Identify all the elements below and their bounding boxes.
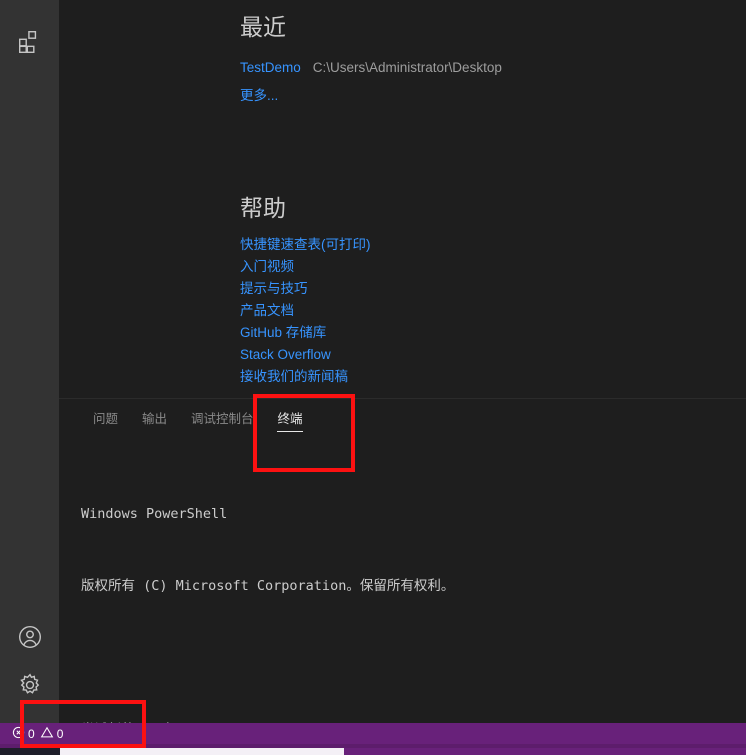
- help-link-tips-and-tricks[interactable]: 提示与技巧: [240, 281, 308, 296]
- error-status[interactable]: 0: [12, 726, 35, 742]
- list-item: 提示与技巧: [240, 278, 746, 300]
- recent-section-title: 最近: [240, 14, 286, 40]
- sidebar-item-settings[interactable]: [0, 663, 59, 711]
- recent-more-row: 更多...: [240, 82, 746, 110]
- help-section: 帮助 快捷键速查表(可打印) 入门视频 提示与技巧 产品文档 GitHub 存储…: [240, 195, 746, 389]
- status-bar: 0 0: [0, 723, 746, 744]
- tab-terminal[interactable]: 终端: [266, 399, 315, 436]
- error-circle-x-icon: [12, 726, 25, 742]
- bottom-scroll-highlight[interactable]: [60, 748, 344, 755]
- warning-triangle-icon: [40, 726, 54, 742]
- extensions-icon: [17, 29, 43, 60]
- list-item: 接收我们的新闻稿: [240, 366, 746, 388]
- recent-list: TestDemo C:\Users\Administrator\Desktop …: [240, 54, 746, 110]
- sidebar-item-account[interactable]: [0, 615, 59, 663]
- terminal-line: 版权所有 (C) Microsoft Corporation。保留所有权利。: [81, 578, 455, 594]
- list-item: TestDemo C:\Users\Administrator\Desktop: [240, 54, 746, 82]
- panel-tab-bar: 问题 输出 调试控制台 终端: [59, 399, 746, 436]
- help-links-list: 快捷键速查表(可打印) 入门视频 提示与技巧 产品文档 GitHub 存储库 S…: [240, 234, 746, 388]
- activity-bar: [0, 0, 59, 723]
- status-badge[interactable]: 0 0: [8, 723, 67, 744]
- help-link-keyboard-shortcuts[interactable]: 快捷键速查表(可打印): [240, 237, 371, 252]
- activity-bar-bottom-group: [0, 615, 59, 711]
- warning-status[interactable]: 0: [40, 726, 64, 742]
- tab-problems[interactable]: 问题: [81, 399, 130, 436]
- help-link-intro-videos[interactable]: 入门视频: [240, 259, 294, 274]
- list-item: 快捷键速查表(可打印): [240, 234, 746, 256]
- help-link-newsletter[interactable]: 接收我们的新闻稿: [240, 369, 348, 384]
- recent-project-link[interactable]: TestDemo: [240, 54, 301, 82]
- settings-gear-icon: [17, 672, 43, 703]
- welcome-page: 最近 TestDemo C:\Users\Administrator\Deskt…: [240, 0, 746, 388]
- tab-output[interactable]: 输出: [130, 399, 179, 436]
- recent-project-path: C:\Users\Administrator\Desktop: [312, 59, 502, 75]
- help-section-title: 帮助: [240, 194, 286, 221]
- list-item: 产品文档: [240, 300, 746, 322]
- error-count: 0: [28, 726, 35, 741]
- help-link-stack-overflow[interactable]: Stack Overflow: [240, 347, 331, 362]
- terminal-line: Windows PowerShell: [81, 506, 228, 522]
- help-link-documentation[interactable]: 产品文档: [240, 303, 294, 318]
- terminal-output[interactable]: Windows PowerShell 版权所有 (C) Microsoft Co…: [59, 436, 746, 755]
- help-link-github-repository[interactable]: GitHub 存储库: [240, 325, 326, 340]
- list-item: Stack Overflow: [240, 344, 746, 366]
- bottom-strip-right: [344, 748, 746, 755]
- list-item: GitHub 存储库: [240, 322, 746, 344]
- vscode-window: 最近 TestDemo C:\Users\Administrator\Deskt…: [0, 0, 746, 755]
- sidebar-item-extensions[interactable]: [0, 20, 59, 68]
- warning-count: 0: [56, 726, 64, 741]
- recent-section: 最近 TestDemo C:\Users\Administrator\Deskt…: [240, 0, 746, 110]
- list-item: 入门视频: [240, 256, 746, 278]
- bottom-panel: 问题 输出 调试控制台 终端 Windows PowerShell 版权所有 (…: [59, 398, 746, 738]
- tab-debug-console[interactable]: 调试控制台: [179, 399, 266, 436]
- editor-area: 最近 TestDemo C:\Users\Administrator\Deskt…: [59, 0, 746, 398]
- recent-more-link[interactable]: 更多...: [240, 82, 278, 110]
- account-icon: [17, 624, 43, 655]
